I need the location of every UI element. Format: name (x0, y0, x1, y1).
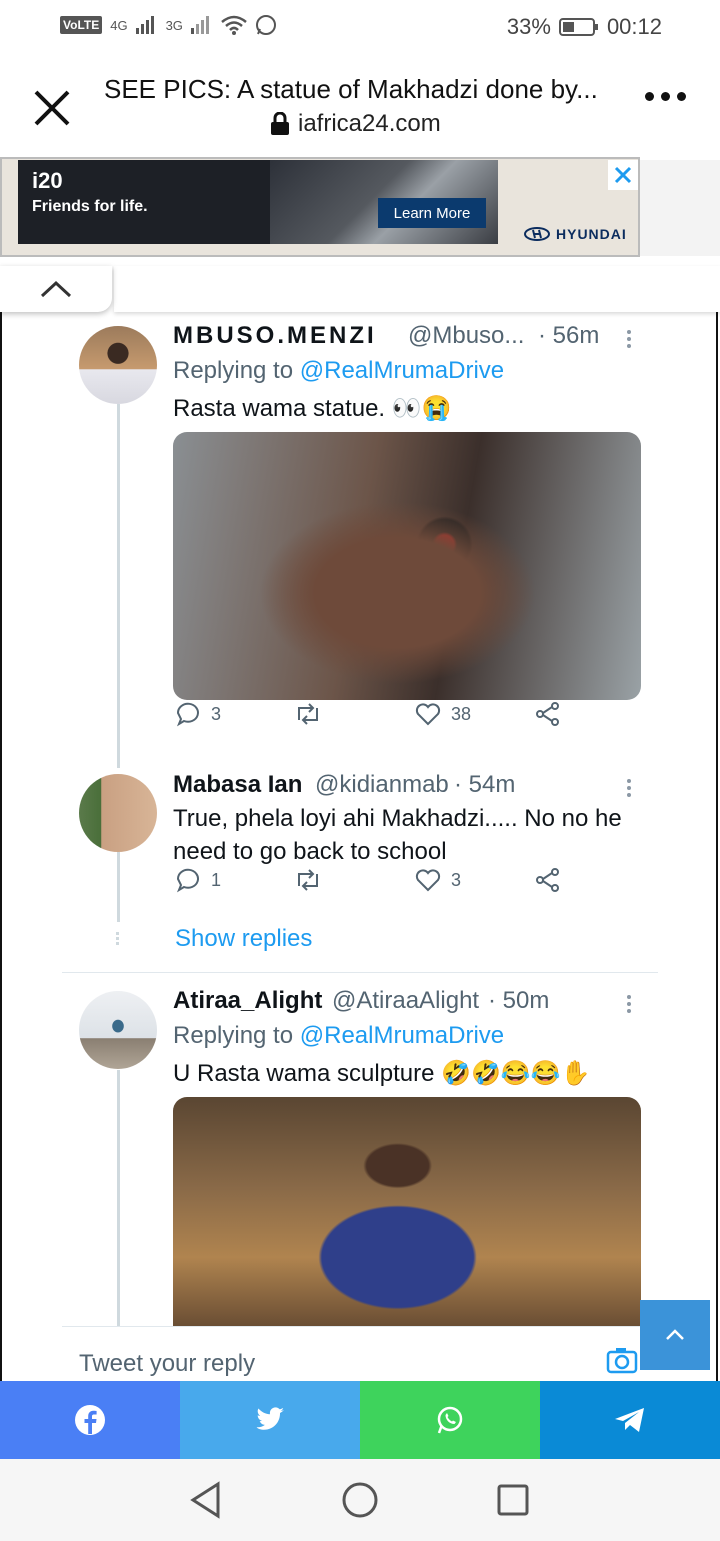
page-title: SEE PICS: A statue of Makhadzi done by..… (104, 74, 598, 104)
tweet-author-handle[interactable]: @Mbuso... (408, 322, 524, 350)
tweet-text: Rasta wama statue. 👀😭 (173, 395, 452, 422)
tweet-media-image[interactable] (173, 1097, 641, 1326)
signal-icon-2 (190, 16, 209, 34)
ad-brand-name: HYUNDAI (556, 226, 627, 242)
domain-text: iafrica24.com (298, 110, 441, 137)
tweet-media-image[interactable] (173, 432, 641, 700)
replying-to-link[interactable]: @RealMrumaDrive (300, 1022, 504, 1049)
collapse-ad-button[interactable] (0, 266, 112, 312)
facebook-icon (75, 1405, 105, 1435)
telegram-icon (615, 1408, 644, 1432)
clock: 00:12 (606, 14, 662, 39)
tweet-menu-icon[interactable] (627, 992, 631, 1016)
reply-count: 3 (211, 703, 222, 724)
lock-icon (271, 112, 289, 135)
like-button[interactable]: 3 (415, 868, 461, 892)
twitter-share-button[interactable] (180, 1381, 360, 1459)
tweet-time[interactable]: · 54m (454, 771, 515, 799)
tweet-author-handle[interactable]: @kidianmab (315, 771, 449, 799)
battery-percent: 33% (506, 14, 551, 39)
ad-tagline: Friends for life. (32, 198, 148, 215)
tweet-time[interactable]: · 50m (488, 987, 549, 1015)
reply-icon (176, 868, 199, 893)
battery-icon (558, 18, 598, 36)
heart-icon (415, 869, 441, 892)
back-icon[interactable] (188, 1481, 224, 1519)
share-button[interactable] (535, 701, 561, 727)
replying-to-link[interactable]: @RealMrumaDrive (300, 357, 504, 384)
system-nav-bar (0, 1459, 720, 1541)
tweet-author-name[interactable]: Mabasa Ian (173, 771, 302, 799)
network-3g: 3G (165, 17, 183, 33)
recents-icon[interactable] (496, 1483, 530, 1517)
share-icon (536, 702, 559, 726)
divider (62, 972, 658, 973)
like-count: 3 (451, 869, 462, 890)
share-bar (0, 1381, 720, 1459)
reply-button[interactable]: 3 (175, 701, 221, 727)
like-count: 38 (451, 703, 472, 724)
whatsapp-share-button[interactable] (360, 1381, 540, 1459)
avatar[interactable] (79, 326, 157, 404)
signal-icon (135, 16, 154, 34)
heart-icon (415, 703, 441, 726)
tweet-time[interactable]: · 56m (538, 322, 599, 350)
home-icon[interactable] (341, 1481, 379, 1519)
thread-line (117, 852, 120, 922)
retweet-icon (298, 703, 318, 725)
like-button[interactable]: 38 (415, 702, 471, 726)
replying-to: Replying to @RealMrumaDrive (173, 1022, 504, 1050)
more-menu-icon[interactable] (645, 92, 686, 101)
scroll-to-top-button[interactable] (640, 1300, 710, 1370)
facebook-share-button[interactable] (0, 1381, 180, 1459)
close-icon[interactable] (30, 86, 74, 130)
ad-close-icon[interactable] (608, 160, 638, 190)
avatar[interactable] (79, 991, 157, 1069)
chevron-up-icon (666, 1329, 684, 1340)
tweet-author-name[interactable]: Atiraa_Alight (173, 987, 322, 1015)
tweet-menu-icon[interactable] (627, 776, 631, 800)
ad-brand: HYUNDAI (524, 226, 627, 242)
status-bar: VoLTE 4G 3G 33% 00:12 (0, 0, 720, 56)
whatsapp-notification-icon (255, 15, 276, 35)
tweet-text: U Rasta wama sculpture 🤣🤣😂😂✋ (173, 1060, 591, 1087)
reply-button[interactable]: 1 (175, 867, 221, 893)
whatsapp-icon (437, 1406, 463, 1434)
twitter-icon (256, 1407, 284, 1430)
hyundai-logo-icon (524, 227, 550, 241)
avatar[interactable] (79, 774, 157, 852)
reply-count: 1 (211, 869, 222, 890)
tweet-reply-input[interactable]: Tweet your reply (79, 1350, 255, 1378)
replying-to: Replying to @RealMrumaDrive (173, 357, 504, 385)
wifi-icon (221, 15, 247, 35)
tweet-author-handle[interactable]: @AtiraaAlight (332, 987, 479, 1015)
share-icon (536, 868, 559, 892)
collapse-bar (114, 266, 720, 312)
thread-line (117, 404, 120, 768)
volte-indicator: VoLTE (60, 16, 103, 34)
url-bar[interactable]: iafrica24.com (270, 110, 441, 138)
camera-icon[interactable] (606, 1346, 638, 1374)
telegram-share-button[interactable] (540, 1381, 720, 1459)
replying-label: Replying to (173, 357, 294, 384)
retweet-button[interactable] (293, 868, 323, 892)
tweet-author-name[interactable]: MBUSO.MENZI (173, 322, 377, 350)
thread-line (117, 1070, 120, 1326)
show-replies-link[interactable]: Show replies (175, 925, 312, 953)
retweet-icon (298, 869, 318, 891)
tweet-menu-icon[interactable] (627, 327, 631, 351)
tweet-text: True, phela loyi ahi Makhadzi..... No no… (173, 805, 622, 865)
thread-dots (116, 930, 120, 947)
retweet-button[interactable] (293, 702, 323, 726)
chevron-up-icon (40, 280, 72, 298)
share-button[interactable] (535, 867, 561, 893)
replying-label: Replying to (173, 1022, 294, 1049)
ad-model: i20 (32, 168, 63, 193)
learn-more-button[interactable]: Learn More (378, 198, 486, 228)
reply-icon (176, 702, 199, 727)
ad-side-area (640, 160, 720, 256)
network-4g: 4G (110, 17, 128, 33)
